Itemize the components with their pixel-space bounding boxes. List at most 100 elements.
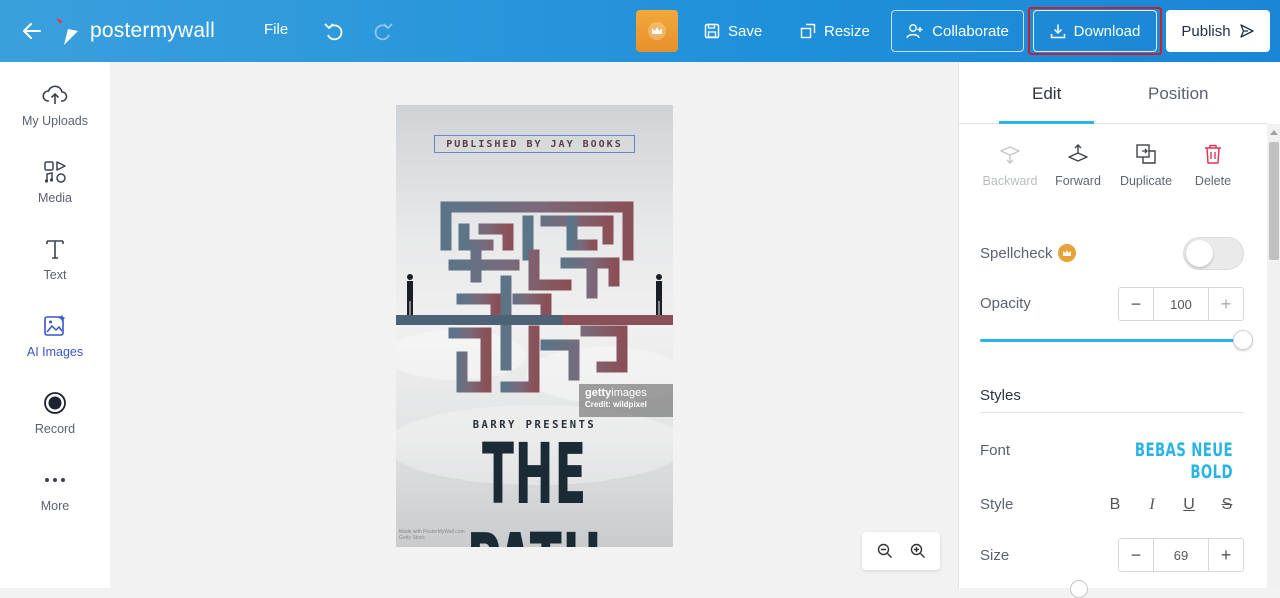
poster-title[interactable]: THE PATH bbox=[449, 429, 621, 547]
top-bar: postermywall File Save Resize Collaborat… bbox=[0, 0, 1280, 62]
strikethrough-button[interactable]: S bbox=[1216, 494, 1238, 516]
size-stepper: − 69 + bbox=[1118, 538, 1244, 572]
sidebar-item-ai-images[interactable]: AI Images bbox=[0, 313, 110, 379]
active-tab-indicator bbox=[999, 121, 1094, 124]
logo-text: postermywall bbox=[90, 19, 215, 42]
resize-label: Resize bbox=[824, 22, 870, 40]
italic-button[interactable]: I bbox=[1141, 494, 1163, 516]
getty-watermark: gettyimages Credit: wildpixel bbox=[579, 384, 673, 417]
poster-design[interactable]: PUBLISHED BY JAY BOOKS gettyimages Credi… bbox=[396, 105, 673, 547]
sidebar-item-label: My Uploads bbox=[22, 114, 88, 128]
text-icon bbox=[46, 240, 64, 259]
bring-forward-icon bbox=[1068, 144, 1088, 162]
getty-logo: gettyimages bbox=[585, 387, 667, 399]
poster-footer: Made with PosterMyWall.com Getty Stock bbox=[399, 529, 465, 541]
tab-position[interactable]: Position bbox=[1148, 84, 1208, 104]
upload-cloud-icon bbox=[42, 85, 68, 104]
published-by-text-box[interactable]: PUBLISHED BY JAY BOOKS bbox=[434, 135, 635, 153]
download-button[interactable]: Download bbox=[1033, 10, 1157, 52]
zoom-in-icon[interactable] bbox=[908, 541, 928, 561]
duplicate-button[interactable]: Duplicate bbox=[1113, 142, 1179, 188]
save-button[interactable]: Save bbox=[692, 10, 774, 52]
forward-button[interactable]: Forward bbox=[1045, 142, 1111, 188]
undo-icon[interactable] bbox=[322, 19, 346, 43]
duplicate-icon bbox=[1136, 144, 1156, 164]
panel-scrollbar[interactable] bbox=[1267, 124, 1280, 588]
opacity-label: Opacity bbox=[980, 295, 1031, 312]
font-selector[interactable]: BEBAS NEUE BOLD bbox=[1134, 439, 1233, 483]
getty-suffix: images bbox=[611, 387, 647, 399]
publish-button[interactable]: Publish bbox=[1166, 10, 1270, 52]
sidebar-item-my-uploads[interactable]: My Uploads bbox=[0, 82, 110, 148]
file-menu[interactable]: File bbox=[264, 21, 288, 38]
resize-button[interactable]: Resize bbox=[788, 10, 882, 52]
size-decrease-button[interactable]: − bbox=[1119, 539, 1153, 571]
tab-edit[interactable]: Edit bbox=[1032, 84, 1061, 104]
sidebar-item-label: More bbox=[40, 499, 70, 513]
sidebar-item-more[interactable]: More bbox=[0, 467, 110, 533]
opacity-value[interactable]: 100 bbox=[1153, 288, 1209, 320]
add-person-icon bbox=[906, 24, 923, 39]
media-icon bbox=[44, 161, 66, 183]
sidebar-item-label: Media bbox=[37, 191, 73, 205]
backward-button[interactable]: Backward bbox=[977, 142, 1043, 188]
opacity-decrease-button[interactable]: − bbox=[1119, 288, 1153, 320]
download-icon bbox=[1050, 24, 1065, 39]
back-arrow-icon[interactable] bbox=[18, 18, 46, 44]
premium-crown-button[interactable] bbox=[636, 10, 678, 52]
sidebar-item-media[interactable]: Media bbox=[0, 159, 110, 225]
save-icon bbox=[704, 23, 720, 39]
publish-label: Publish bbox=[1181, 22, 1231, 40]
collaborate-button[interactable]: Collaborate bbox=[891, 10, 1024, 52]
duplicate-label: Duplicate bbox=[1119, 174, 1173, 188]
opacity-increase-button[interactable]: + bbox=[1209, 288, 1243, 320]
crown-icon bbox=[648, 22, 666, 40]
styles-divider bbox=[980, 412, 1244, 413]
zoom-controls bbox=[862, 532, 940, 570]
more-dots-icon bbox=[45, 478, 65, 482]
spellcheck-toggle[interactable] bbox=[1183, 237, 1244, 270]
sidebar-item-label: AI Images bbox=[26, 345, 84, 359]
bold-button[interactable]: B bbox=[1104, 494, 1126, 516]
ai-images-icon bbox=[44, 314, 66, 336]
properties-panel: Edit Position Backward Forward Duplicate… bbox=[958, 62, 1280, 598]
delete-button[interactable]: Delete bbox=[1180, 142, 1246, 188]
logo-bird-icon bbox=[56, 18, 78, 45]
scroll-up-arrow-icon[interactable] bbox=[1267, 124, 1280, 140]
collaborate-label: Collaborate bbox=[932, 22, 1009, 40]
trash-icon bbox=[1205, 144, 1221, 164]
postermywall-logo[interactable]: postermywall bbox=[54, 13, 215, 49]
getty-brand: getty bbox=[585, 387, 612, 399]
sidebar-item-label: Record bbox=[34, 422, 76, 436]
underline-button[interactable]: U bbox=[1178, 494, 1200, 516]
send-icon bbox=[1239, 24, 1254, 38]
sidebar-item-label: Text bbox=[43, 268, 67, 282]
opacity-slider-handle[interactable] bbox=[1233, 330, 1253, 350]
download-label: Download bbox=[1073, 22, 1141, 40]
published-by-text: PUBLISHED BY JAY BOOKS bbox=[446, 138, 623, 150]
forward-label: Forward bbox=[1055, 174, 1101, 188]
scroll-thumb[interactable] bbox=[1269, 142, 1279, 260]
sidebar-item-text[interactable]: Text bbox=[0, 236, 110, 302]
crown-icon bbox=[1058, 244, 1076, 262]
resize-icon bbox=[800, 23, 816, 39]
redo-icon[interactable] bbox=[371, 19, 395, 43]
backward-label: Backward bbox=[982, 174, 1038, 188]
poster-footer-line2: Getty Stock bbox=[399, 535, 425, 541]
toggle-knob bbox=[1186, 240, 1213, 267]
font-label: Font bbox=[980, 442, 1011, 459]
design-canvas[interactable]: PUBLISHED BY JAY BOOKS gettyimages Credi… bbox=[110, 62, 958, 588]
opacity-slider-track[interactable] bbox=[980, 339, 1242, 342]
style-label: Style bbox=[980, 496, 1014, 513]
zoom-out-icon[interactable] bbox=[875, 541, 895, 561]
size-increase-button[interactable]: + bbox=[1209, 539, 1243, 571]
sidebar-item-record[interactable]: Record bbox=[0, 390, 110, 456]
size-label: Size bbox=[980, 547, 1010, 564]
size-value[interactable]: 69 bbox=[1153, 539, 1209, 571]
partial-slider-handle[interactable] bbox=[1070, 580, 1088, 598]
styles-heading: Styles bbox=[980, 387, 1021, 404]
record-icon bbox=[44, 392, 66, 414]
save-label: Save bbox=[728, 22, 763, 40]
spellcheck-label: Spellcheck bbox=[980, 245, 1053, 262]
opacity-stepper: − 100 + bbox=[1118, 287, 1244, 321]
